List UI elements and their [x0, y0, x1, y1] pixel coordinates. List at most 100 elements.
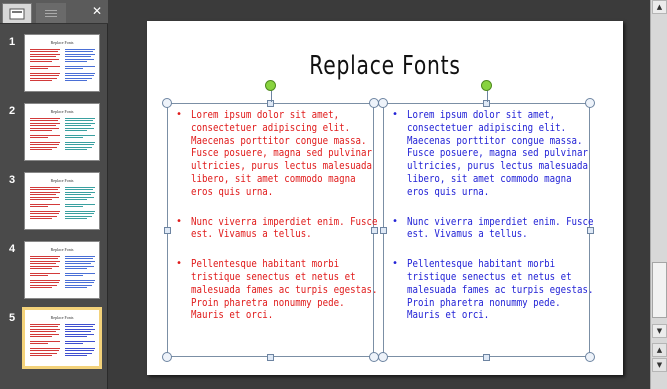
thumbnail-right-column — [65, 256, 96, 289]
right-edge-resize-handle[interactable] — [483, 353, 490, 361]
bullet-item[interactable]: • Nunc viverra imperdiet enim. Fusce est.… — [172, 216, 377, 242]
right-rotate-handle[interactable] — [481, 79, 492, 91]
slides-tab[interactable] — [2, 3, 32, 23]
thumbnail-left-column — [30, 256, 61, 289]
left-corner-resize-handle[interactable] — [162, 98, 172, 108]
slide-thumbnail-row[interactable]: 1 Replace Fonts — [0, 34, 108, 96]
thumbnail-text-line — [30, 218, 52, 220]
thumbnail-text-line — [65, 65, 95, 67]
vertical-scrollbar[interactable]: ▲ ▼ ▲ ▼ — [650, 0, 667, 389]
slide-thumbnail-row[interactable]: 4 Replace Fonts — [0, 241, 108, 303]
right-corner-resize-handle[interactable] — [585, 352, 595, 362]
thumbnail-text-line — [65, 210, 95, 212]
outline-tab[interactable] — [36, 3, 66, 23]
thumbnail-text-line — [30, 272, 60, 274]
bullet-item[interactable]: • Lorem ipsum dolor sit amet, consectetue… — [388, 109, 588, 199]
thumbnail-text-line — [65, 206, 83, 208]
thumbnail-text-line — [65, 146, 92, 148]
left-corner-resize-handle[interactable] — [162, 352, 172, 362]
thumbnail-text-line — [65, 260, 95, 262]
thumbnail-text-line — [65, 137, 83, 139]
right-corner-resize-handle[interactable] — [378, 98, 388, 108]
thumbnail-text-line — [30, 355, 52, 357]
thumbnail-right-column — [65, 187, 96, 220]
thumbnail-text-line — [65, 77, 92, 79]
left-edge-resize-handle[interactable] — [267, 353, 274, 361]
bullet-dot-icon: • — [392, 215, 399, 227]
left-bullet-list[interactable]: • Lorem ipsum dolor sit amet, consectetue… — [172, 109, 377, 339]
thumbnail-text-line — [30, 56, 56, 58]
bullet-item[interactable]: • Pellentesque habitant morbi tristique s… — [172, 258, 377, 322]
thumbnail-text-line — [65, 141, 95, 143]
thumbnail-text-line — [30, 333, 59, 335]
slide-thumbnail-row[interactable]: 3 Replace Fonts — [0, 172, 108, 234]
thumbnail-text-line — [30, 134, 60, 136]
thumbnail-text-line — [65, 256, 95, 257]
scroll-thumb[interactable] — [652, 262, 667, 318]
bullet-item[interactable]: • Pellentesque habitant morbi tristique s… — [388, 258, 593, 322]
thumbnail-text-line — [30, 331, 56, 333]
slide-thumbnail[interactable]: Replace Fonts — [22, 307, 102, 369]
thumbnail-text-line — [65, 120, 93, 122]
bullet-text: Nunc viverra imperdiet enim. Fusce est. … — [407, 215, 594, 241]
close-icon[interactable]: ✕ — [90, 4, 104, 18]
thumbnail-text-line — [30, 340, 60, 342]
thumbnail-text-line — [65, 49, 95, 50]
slide-thumbnail-row[interactable]: 5 Replace Fonts — [0, 307, 108, 372]
right-text-box[interactable]: • Lorem ipsum dolor sit amet, consectetue… — [383, 103, 593, 357]
thumbnail-text-line — [65, 198, 87, 200]
thumbnail-text-line — [30, 335, 52, 337]
thumbnail-text-line — [65, 272, 95, 274]
thumbnail-title: Replace Fonts — [50, 109, 74, 114]
left-rotate-handle[interactable] — [265, 79, 276, 91]
thumbnail-text-line — [65, 80, 87, 82]
slide-thumbnail[interactable]: Replace Fonts — [24, 34, 100, 92]
left-edge-resize-handle[interactable] — [163, 226, 171, 234]
thumbnail-text-line — [30, 213, 59, 215]
thumbnail-text-line — [30, 210, 60, 212]
slide-thumbnail-row[interactable]: 2 Replace Fonts — [0, 103, 108, 165]
thumbnail-text-line — [65, 258, 93, 260]
thumbnail-right-column — [65, 49, 96, 82]
thumbnail-text-line — [30, 287, 52, 289]
slide-thumbnail[interactable]: Replace Fonts — [24, 103, 100, 161]
thumbnail-text-line — [65, 187, 95, 188]
thumbnail-text-line — [30, 265, 59, 267]
thumbnail-text-line — [30, 194, 56, 196]
bullet-item[interactable]: • Nunc viverra imperdiet enim. Fusce est.… — [388, 215, 593, 242]
slide-thumbnail[interactable]: Replace Fonts — [24, 241, 100, 299]
thumbnail-text-line — [30, 65, 60, 67]
slide-thumbnail[interactable]: Replace Fonts — [24, 172, 100, 230]
previous-slide-icon: ▲ — [656, 346, 663, 354]
right-corner-resize-handle[interactable] — [585, 98, 595, 108]
bullet-item[interactable]: • Lorem ipsum dolor sit amet, consectetue… — [172, 109, 372, 199]
thumbnail-text-line — [30, 125, 56, 127]
right-corner-resize-handle[interactable] — [378, 352, 388, 362]
thumbnail-text-line — [65, 324, 95, 325]
thumbnail-text-line — [65, 58, 94, 60]
thumbnail-text-line — [65, 279, 95, 281]
right-rotation-stem — [486, 90, 488, 102]
thumbnail-text-line — [30, 75, 59, 77]
thumbnail-text-line — [65, 56, 91, 58]
right-bullet-list[interactable]: • Lorem ipsum dolor sit amet, consectetue… — [388, 109, 593, 339]
thumbnail-text-line — [30, 80, 52, 82]
scroll-up-button[interactable]: ▲ — [652, 0, 667, 14]
right-edge-resize-handle[interactable] — [379, 226, 387, 234]
bullet-dot-icon: • — [176, 109, 183, 120]
next-slide-button[interactable]: ▼ — [652, 358, 667, 372]
next-slide-icon: ▼ — [656, 361, 663, 369]
thumbnail-text-line — [30, 326, 58, 328]
previous-slide-button[interactable]: ▲ — [652, 343, 667, 357]
thumbnail-title: Replace Fonts — [50, 40, 74, 45]
left-edge-resize-handle[interactable] — [370, 226, 378, 234]
bullet-dot-icon: • — [176, 258, 183, 270]
slide-title[interactable]: Replace Fonts — [199, 51, 570, 81]
scroll-down-button[interactable]: ▼ — [652, 324, 667, 338]
thumbnail-text-line — [30, 49, 60, 50]
right-edge-resize-handle[interactable] — [586, 226, 594, 234]
thumbnail-text-line — [65, 328, 95, 330]
thumbnail-text-line — [30, 189, 58, 191]
thumbnail-text-line — [65, 196, 94, 198]
left-text-box[interactable]: • Lorem ipsum dolor sit amet, consectetue… — [167, 103, 377, 357]
